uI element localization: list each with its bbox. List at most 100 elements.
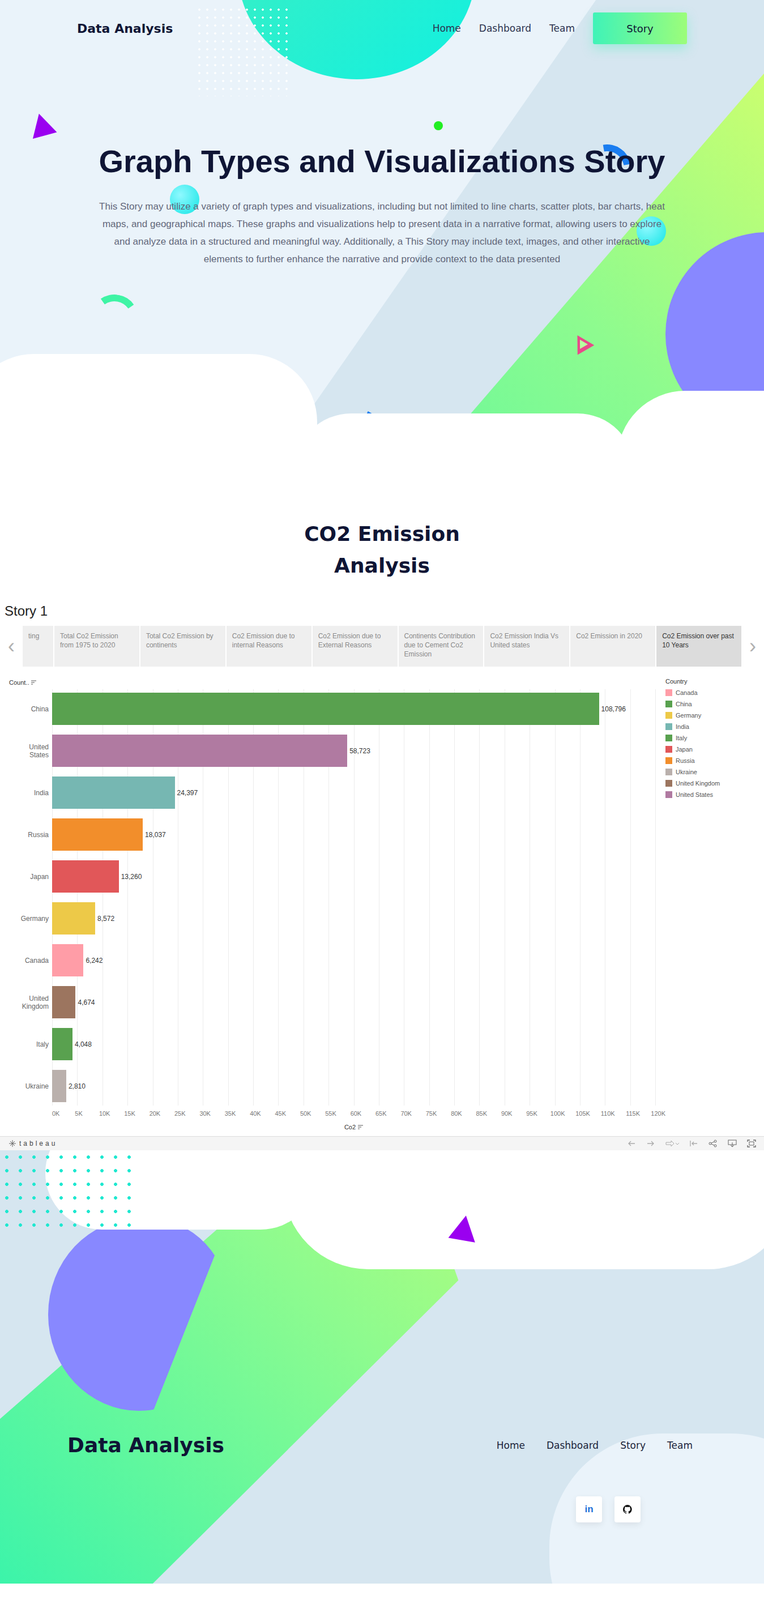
prev-arrow-icon[interactable]: ‹ bbox=[0, 625, 23, 667]
footer-link[interactable]: Team bbox=[667, 1439, 693, 1451]
legend-item[interactable]: Russia bbox=[665, 754, 762, 767]
sort-icon[interactable] bbox=[357, 1124, 364, 1130]
story-tab[interactable]: Total Co2 Emission from 1975 to 2020 bbox=[54, 625, 140, 667]
revert-icon[interactable] bbox=[665, 1139, 680, 1148]
footer-link[interactable]: Dashboard bbox=[546, 1439, 599, 1451]
bar[interactable] bbox=[52, 860, 119, 893]
bar[interactable] bbox=[52, 692, 600, 725]
x-tick: 20K bbox=[149, 1110, 161, 1117]
x-tick: 35K bbox=[224, 1110, 237, 1117]
page: Data AnalysisHomeDashboardTeamStoryGraph… bbox=[0, 0, 764, 1584]
x-tick: 50K bbox=[300, 1110, 312, 1117]
story-title: Story 1 bbox=[4, 603, 764, 620]
x-tick: 30K bbox=[199, 1110, 211, 1117]
y-axis-label: Canada bbox=[0, 944, 53, 977]
x-tick: 25K bbox=[174, 1110, 186, 1117]
bar-chart: Count.. ChinaUnited StatesIndiaRussiaJap… bbox=[0, 666, 764, 1137]
bar[interactable] bbox=[52, 902, 96, 935]
x-tick: 100K bbox=[550, 1110, 566, 1117]
x-tick: 85K bbox=[476, 1110, 488, 1117]
bar[interactable] bbox=[52, 944, 84, 977]
bar[interactable] bbox=[52, 734, 348, 767]
x-tick: 65K bbox=[375, 1110, 387, 1117]
y-axis-label: Japan bbox=[0, 860, 53, 893]
legend-item[interactable]: Ukraine bbox=[665, 766, 762, 778]
footer: Data Analysis Home Dashboard Story Team in bbox=[0, 1150, 764, 1584]
x-tick: 15K bbox=[124, 1110, 136, 1117]
x-tick: 95K bbox=[526, 1110, 538, 1117]
story-tab[interactable]: ting bbox=[22, 625, 54, 667]
bar-value: 6,242 bbox=[85, 956, 103, 965]
logo[interactable]: Data Analysis bbox=[77, 21, 173, 36]
social-links: in bbox=[67, 1496, 697, 1523]
story-tab[interactable]: Co2 Emission over past 10 Years bbox=[656, 625, 742, 667]
x-tick: 80K bbox=[450, 1110, 463, 1117]
story-tab[interactable]: Co2 Emission India Vs United states bbox=[484, 625, 570, 667]
bar-value: 2,810 bbox=[68, 1082, 86, 1091]
legend-item[interactable]: Germany bbox=[665, 709, 762, 721]
next-arrow-icon[interactable]: › bbox=[741, 625, 764, 667]
x-tick: 0K bbox=[52, 1110, 60, 1117]
github-button[interactable] bbox=[614, 1496, 641, 1523]
legend-item[interactable]: United Kingdom bbox=[665, 777, 762, 789]
story-button[interactable]: Story bbox=[592, 12, 687, 45]
footer-nav: Home Dashboard Story Team bbox=[496, 1439, 693, 1451]
legend-item[interactable]: India bbox=[665, 720, 762, 733]
tableau-logo[interactable]: tableau bbox=[9, 1139, 58, 1148]
story-tab[interactable]: Total Co2 Emission by continents bbox=[140, 625, 226, 667]
share-icon[interactable] bbox=[708, 1139, 718, 1148]
y-axis-title[interactable]: Count.. bbox=[9, 677, 663, 687]
y-axis-label: United States bbox=[0, 734, 53, 767]
bar[interactable] bbox=[52, 1027, 73, 1061]
bar[interactable] bbox=[52, 776, 176, 809]
story-tab[interactable]: Co2 Emission due to internal Reasons bbox=[226, 625, 312, 667]
x-tick: 110K bbox=[600, 1110, 616, 1117]
x-tick: 70K bbox=[400, 1110, 412, 1117]
nav-link[interactable]: Home bbox=[432, 22, 462, 34]
x-tick: 10K bbox=[99, 1110, 111, 1117]
nav-link[interactable]: Dashboard bbox=[479, 22, 532, 34]
legend-item[interactable]: Italy bbox=[665, 732, 762, 744]
legend-item[interactable]: China bbox=[665, 698, 762, 710]
tableau-cross-icon bbox=[9, 1140, 16, 1147]
footer-link[interactable]: Story bbox=[620, 1439, 646, 1451]
story-tab[interactable]: Co2 Emission in 2020 bbox=[570, 625, 656, 667]
redo-icon[interactable] bbox=[646, 1139, 656, 1148]
x-tick: 105K bbox=[575, 1110, 591, 1117]
bar-value: 108,796 bbox=[601, 705, 626, 714]
sort-icon[interactable] bbox=[31, 680, 37, 685]
download-icon[interactable] bbox=[727, 1139, 737, 1148]
x-axis: 0K 5K 10K 15K 20K 25K 30K 35K 40K 45K 50K 55K 60K 65K… bbox=[52, 1110, 656, 1122]
x-tick: 55K bbox=[325, 1110, 337, 1117]
footer-link[interactable]: Home bbox=[496, 1439, 526, 1451]
first-page-icon[interactable] bbox=[689, 1139, 699, 1148]
bar-value: 24,397 bbox=[177, 788, 199, 797]
hero-text: This Story may utilize a variety of grap… bbox=[96, 197, 669, 268]
legend-item[interactable]: Canada bbox=[665, 686, 762, 699]
legend-item[interactable]: United States bbox=[665, 788, 762, 801]
x-axis-title[interactable]: Co2 bbox=[0, 1123, 656, 1131]
x-tick: 60K bbox=[350, 1110, 362, 1117]
section-title: CO2 Emission Analysis bbox=[291, 518, 473, 582]
footer-background bbox=[0, 1150, 764, 1584]
x-tick: 5K bbox=[74, 1110, 83, 1117]
hero-content: Graph Types and Visualizations StoryThis… bbox=[0, 44, 764, 268]
bar-value: 4,674 bbox=[77, 998, 95, 1007]
undo-icon[interactable] bbox=[626, 1139, 637, 1148]
legend-title: Country bbox=[665, 677, 762, 685]
nav-link[interactable]: Team bbox=[549, 22, 575, 34]
x-tick: 45K bbox=[275, 1110, 287, 1117]
bar[interactable] bbox=[52, 818, 143, 851]
story-tab[interactable]: Co2 Emission due to External Reasons bbox=[312, 625, 398, 667]
story-tab[interactable]: Continents Contribution due to Cement Co… bbox=[398, 625, 484, 667]
bar[interactable] bbox=[52, 986, 76, 1019]
x-tick: 120K bbox=[650, 1110, 666, 1117]
linkedin-button[interactable]: in bbox=[575, 1496, 603, 1523]
legend-item[interactable]: Japan bbox=[665, 743, 762, 755]
x-tick: 40K bbox=[249, 1110, 262, 1117]
story-tabs: ‹tingTotal Co2 Emission from 1975 to 202… bbox=[0, 625, 764, 667]
y-axis-label: Italy bbox=[0, 1027, 53, 1061]
fullscreen-icon[interactable] bbox=[747, 1139, 757, 1148]
bar[interactable] bbox=[52, 1069, 67, 1103]
footer-logo[interactable]: Data Analysis bbox=[67, 1433, 225, 1457]
